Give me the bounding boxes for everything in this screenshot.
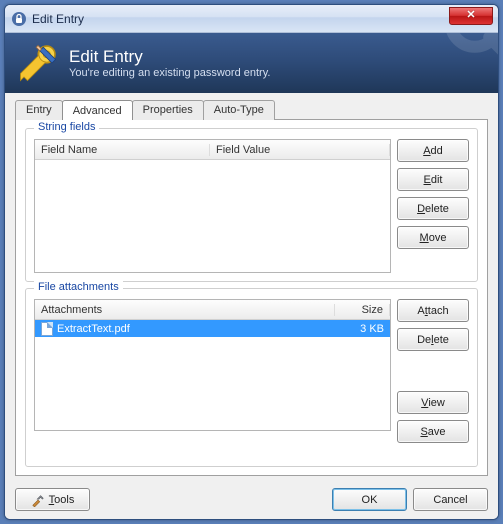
attach-button[interactable]: Attach bbox=[397, 299, 469, 322]
tabpane-advanced: String fields Field Name Field Value Add… bbox=[15, 119, 488, 476]
col-field-name[interactable]: Field Name bbox=[35, 144, 210, 156]
col-field-value[interactable]: Field Value bbox=[210, 144, 390, 156]
col-size[interactable]: Size bbox=[335, 304, 390, 316]
close-icon: ✕ bbox=[466, 9, 475, 21]
string-fields-buttons: Add Edit Delete Move bbox=[397, 139, 469, 273]
key-bg-icon bbox=[436, 33, 498, 93]
header-title: Edit Entry bbox=[69, 47, 270, 67]
attachments-buttons: Attach Delete View Save bbox=[397, 299, 469, 458]
save-attachment-button[interactable]: Save bbox=[397, 420, 469, 443]
edit-button[interactable]: Edit bbox=[397, 168, 469, 191]
view-button[interactable]: View bbox=[397, 391, 469, 414]
tab-strip: Entry Advanced Properties Auto-Type bbox=[15, 100, 488, 120]
hammer-icon bbox=[31, 493, 45, 507]
edit-entry-window: Edit Entry ✕ Edit Entry You're editing a… bbox=[4, 4, 499, 520]
lock-icon bbox=[11, 11, 27, 27]
tab-autotype[interactable]: Auto-Type bbox=[203, 100, 275, 120]
string-fields-list[interactable]: Field Name Field Value bbox=[34, 139, 391, 273]
tab-advanced[interactable]: Advanced bbox=[62, 100, 133, 120]
groupbox-string-fields: String fields Field Name Field Value Add… bbox=[25, 128, 478, 282]
col-attachments[interactable]: Attachments bbox=[35, 304, 335, 316]
groupbox-attachments: File attachments Attachments Size Extrac… bbox=[25, 288, 478, 467]
string-fields-legend: String fields bbox=[34, 121, 99, 133]
dialog-header: Edit Entry You're editing an existing pa… bbox=[5, 33, 498, 93]
dialog-footer: Tools OK Cancel bbox=[5, 480, 498, 519]
attachments-legend: File attachments bbox=[34, 281, 123, 293]
delete-attachment-button[interactable]: Delete bbox=[397, 328, 469, 351]
tab-properties[interactable]: Properties bbox=[132, 100, 204, 120]
move-button[interactable]: Move bbox=[397, 226, 469, 249]
add-button[interactable]: Add bbox=[397, 139, 469, 162]
attachments-header: Attachments Size bbox=[35, 300, 390, 320]
title-bar: Edit Entry ✕ bbox=[5, 5, 498, 33]
attachment-row[interactable]: ExtractText.pdf 3 KB bbox=[35, 320, 390, 337]
ok-button[interactable]: OK bbox=[332, 488, 407, 511]
key-pencil-icon bbox=[17, 42, 59, 84]
string-fields-body bbox=[35, 160, 390, 272]
string-fields-header: Field Name Field Value bbox=[35, 140, 390, 160]
attachments-body: ExtractText.pdf 3 KB bbox=[35, 320, 390, 430]
cancel-button[interactable]: Cancel bbox=[413, 488, 488, 511]
attachments-list[interactable]: Attachments Size ExtractText.pdf 3 KB bbox=[34, 299, 391, 431]
content-area: Entry Advanced Properties Auto-Type Stri… bbox=[5, 93, 498, 480]
tab-entry[interactable]: Entry bbox=[15, 100, 63, 120]
attachment-size: 3 KB bbox=[335, 323, 390, 335]
close-button[interactable]: ✕ bbox=[449, 7, 493, 25]
tools-label-u: T bbox=[49, 494, 55, 506]
header-subtitle: You're editing an existing password entr… bbox=[69, 67, 270, 79]
window-title: Edit Entry bbox=[32, 12, 84, 26]
attachment-name: ExtractText.pdf bbox=[57, 323, 130, 335]
file-icon bbox=[41, 322, 53, 336]
tools-button[interactable]: Tools bbox=[15, 488, 90, 511]
delete-string-button[interactable]: Delete bbox=[397, 197, 469, 220]
